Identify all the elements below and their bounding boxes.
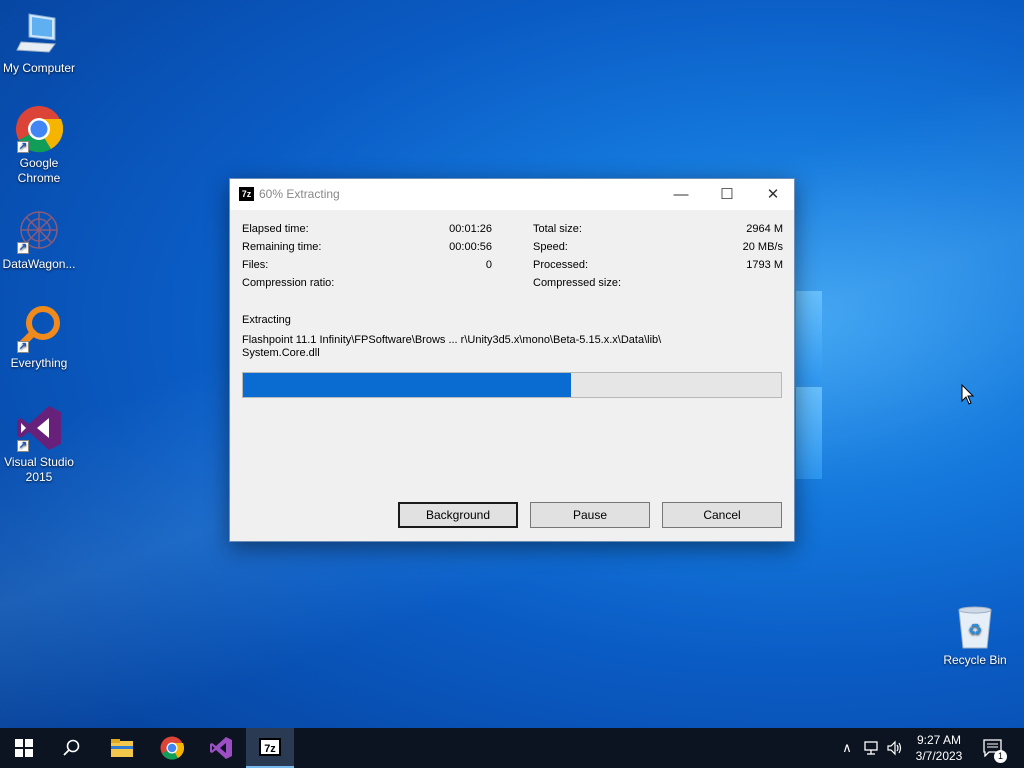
background-button[interactable]: Background <box>398 502 518 528</box>
taskbar-7zip[interactable]: 7z <box>246 728 294 768</box>
7zip-icon: 7z <box>259 738 281 756</box>
desktop-icon-visual-studio[interactable]: ↗ Visual Studio 2015 <box>0 404 78 485</box>
cancel-button[interactable]: Cancel <box>662 502 782 528</box>
shortcut-arrow-icon: ↗ <box>17 242 29 254</box>
desktop-icon-label: Google Chrome <box>17 156 61 185</box>
extraction-dialog: 7z 60% Extracting — ☐ ✕ Elapsed time: 00… <box>229 178 795 542</box>
desktop-icon-everything[interactable]: ↗ Everything <box>0 305 78 371</box>
files-value: 0 <box>485 259 492 271</box>
chrome-icon <box>160 736 184 760</box>
progress-fill <box>243 373 572 397</box>
dialog-titlebar[interactable]: 7z 60% Extracting — ☐ ✕ <box>230 179 794 210</box>
notification-count-badge: 1 <box>994 750 1007 763</box>
total-size-label: Total size: <box>533 223 582 235</box>
svg-text:♻: ♻ <box>968 620 982 639</box>
elapsed-time-label: Elapsed time: <box>242 223 309 235</box>
current-file-path-line2: System.Core.dll <box>242 347 320 359</box>
taskbar: 7z ∧ 9:27 AM 3/7/2023 1 <box>0 728 1024 768</box>
extraction-progress-bar <box>242 372 782 398</box>
taskbar-file-explorer[interactable] <box>98 728 146 768</box>
everything-search-icon: ↗ <box>15 305 63 353</box>
visual-studio-icon <box>210 737 232 759</box>
clock-time: 9:27 AM <box>916 733 962 747</box>
current-file-path-line1: Flashpoint 11.1 Infinity\FPSoftware\Brow… <box>242 334 662 346</box>
desktop-icon-recycle-bin[interactable]: ♻ Recycle Bin <box>936 602 1014 668</box>
folder-icon <box>111 739 133 757</box>
desktop-icon-datawagon[interactable]: ↗ DataWagon... <box>0 206 78 272</box>
minimize-button[interactable]: — <box>658 179 704 210</box>
operation-label: Extracting <box>242 314 291 326</box>
desktop-icon-my-computer[interactable]: My Computer <box>0 10 78 76</box>
speed-value: 20 MB/s <box>742 241 783 253</box>
7zip-icon: 7z <box>239 187 254 201</box>
volume-icon[interactable] <box>884 728 906 768</box>
files-label: Files: <box>242 259 269 271</box>
visual-studio-icon: ↗ <box>15 404 63 452</box>
tray-overflow-chevron-icon[interactable]: ∧ <box>836 728 858 768</box>
notification-center-button[interactable]: 1 <box>978 728 1008 768</box>
recycle-bin-icon: ♻ <box>951 602 999 650</box>
remaining-time-value: 00:00:56 <box>449 241 492 253</box>
desktop-icon-label: My Computer <box>2 61 76 75</box>
close-button[interactable]: ✕ <box>750 179 796 210</box>
datawagon-icon: ↗ <box>15 206 63 254</box>
desktop-icon-google-chrome[interactable]: ↗ Google Chrome <box>0 105 78 186</box>
processed-label: Processed: <box>533 259 589 271</box>
shortcut-arrow-icon: ↗ <box>17 141 29 153</box>
speed-label: Speed: <box>533 241 568 253</box>
network-icon[interactable] <box>860 728 884 768</box>
chrome-icon: ↗ <box>15 105 64 153</box>
taskbar-visual-studio[interactable] <box>197 728 245 768</box>
shortcut-arrow-icon: ↗ <box>17 440 29 452</box>
pause-button[interactable]: Pause <box>530 502 650 528</box>
clock-date: 3/7/2023 <box>915 749 963 763</box>
dialog-title: 60% Extracting <box>259 187 340 201</box>
search-button[interactable] <box>48 728 96 768</box>
maximize-button[interactable]: ☐ <box>704 179 750 210</box>
elapsed-time-value: 00:01:26 <box>449 223 492 235</box>
total-size-value: 2964 M <box>746 223 783 235</box>
desktop-icon-label: DataWagon... <box>2 257 76 271</box>
search-icon <box>63 739 80 756</box>
compression-ratio-label: Compression ratio: <box>242 277 335 289</box>
processed-value: 1793 M <box>746 259 783 271</box>
shortcut-arrow-icon: ↗ <box>17 341 29 353</box>
desktop-icon-label: Everything <box>10 356 68 370</box>
computer-icon <box>15 10 63 58</box>
taskbar-chrome[interactable] <box>148 728 196 768</box>
desktop-icon-label: Recycle Bin <box>943 653 1007 667</box>
compressed-size-label: Compressed size: <box>533 277 622 289</box>
remaining-time-label: Remaining time: <box>242 241 322 253</box>
taskbar-clock[interactable]: 9:27 AM 3/7/2023 <box>906 732 972 764</box>
desktop-icon-label: Visual Studio 2015 <box>4 455 74 484</box>
mouse-cursor-icon <box>961 383 975 410</box>
windows-start-icon <box>15 739 33 757</box>
start-button[interactable] <box>0 728 48 768</box>
